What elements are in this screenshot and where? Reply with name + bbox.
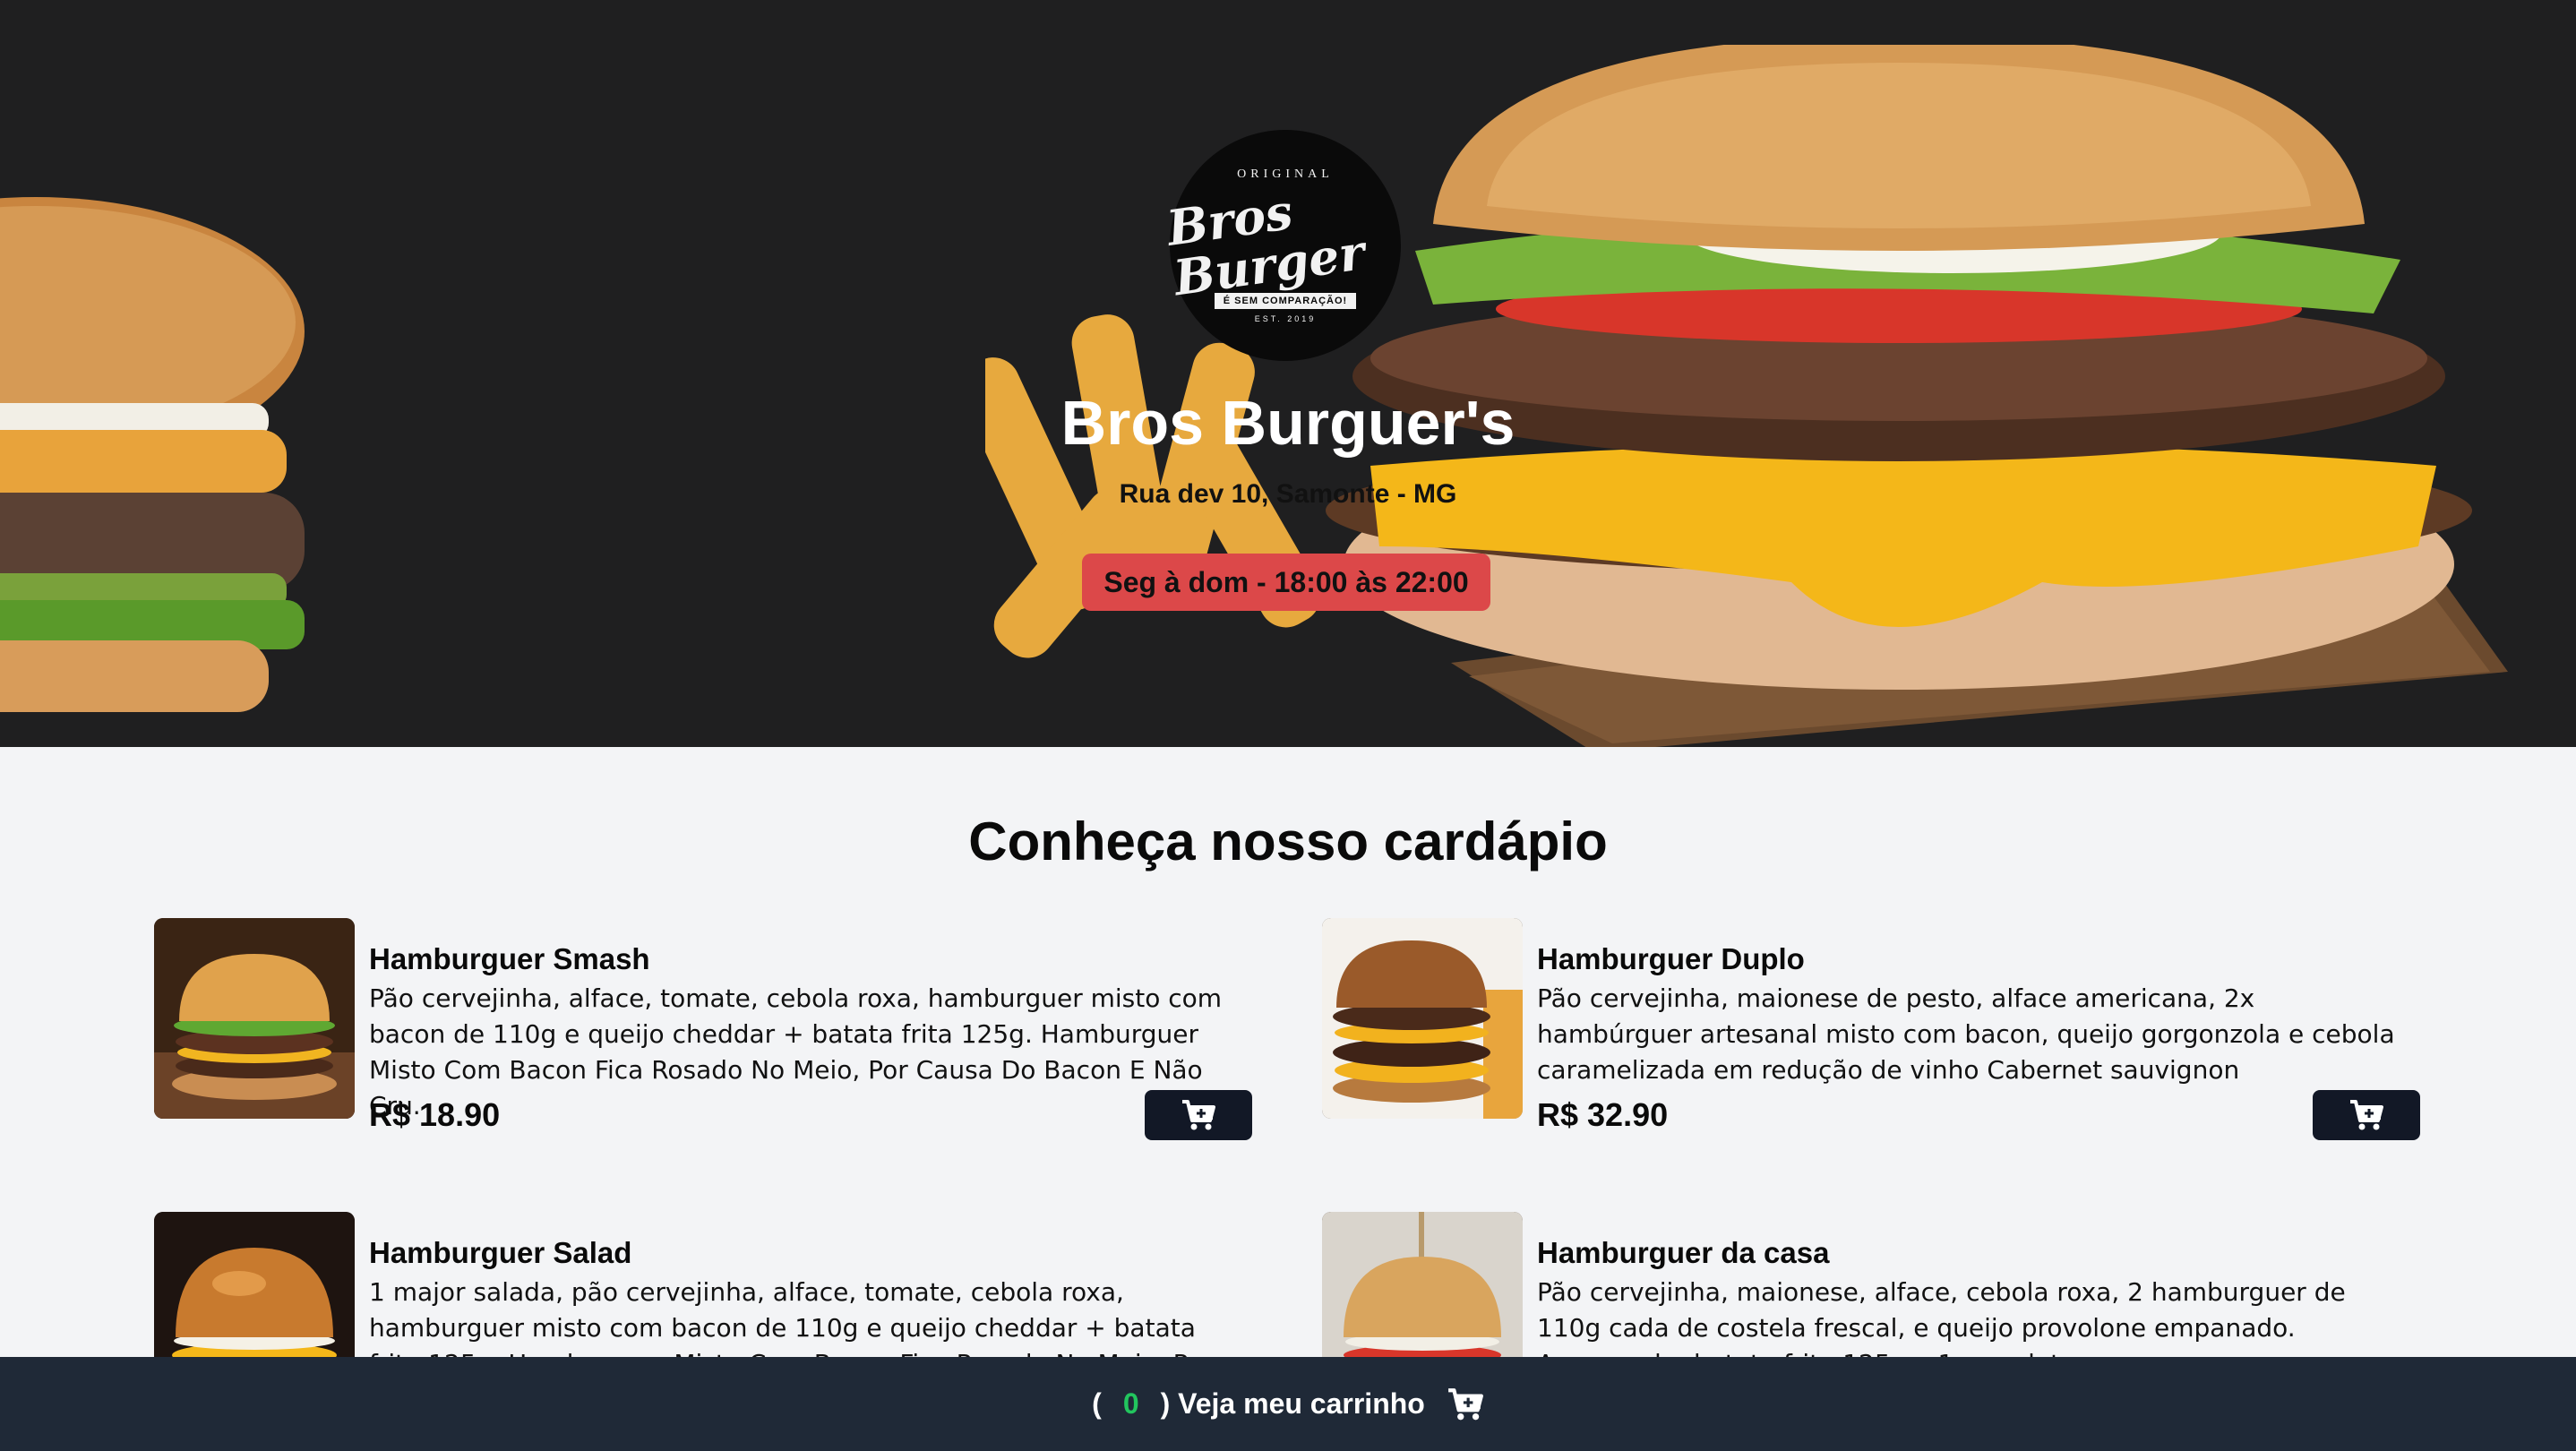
hero-banner: ORIGINAL Bros Burger É SEM COMPARAÇÃO! E… bbox=[0, 0, 2576, 747]
menu-item: Hamburguer Duplo Pão cervejinha, maiones… bbox=[1322, 918, 2420, 1153]
menu-item-description: Pão cervejinha, maionese de pesto, alfac… bbox=[1537, 983, 2395, 1085]
cart-item-count: 0 bbox=[1122, 1387, 1139, 1420]
opening-hours-badge: Seg à dom - 18:00 às 22:00 bbox=[1082, 554, 1490, 611]
cart-plus-icon bbox=[2350, 1100, 2383, 1130]
add-to-cart-button[interactable] bbox=[2313, 1090, 2420, 1140]
menu-item-name: Hamburguer da casa bbox=[1537, 1236, 1830, 1269]
cart-plus-icon bbox=[1182, 1100, 1215, 1130]
menu-item-name: Hamburguer Salad bbox=[369, 1236, 632, 1269]
menu-item-price: R$ 32.90 bbox=[1537, 1096, 1669, 1133]
menu-section-title: Conheça nosso cardápio bbox=[968, 811, 1608, 871]
cart-open-paren: ( bbox=[1092, 1387, 1102, 1420]
brand-logo: ORIGINAL Bros Burger É SEM COMPARAÇÃO! E… bbox=[1163, 130, 1401, 361]
menu-item: Hamburguer Smash Pão cervejinha, alface,… bbox=[154, 918, 1252, 1153]
logo-main-text: Bros Burger bbox=[1163, 182, 1369, 307]
menu-item-name: Hamburguer Duplo bbox=[1537, 942, 1805, 975]
view-cart-button[interactable]: ( 0 ) Veja meu carrinho bbox=[0, 1357, 2576, 1451]
restaurant-address: Rua dev 10, Samonte - MG bbox=[1119, 479, 1457, 509]
menu-item-image bbox=[154, 918, 355, 1119]
logo-top-text: ORIGINAL bbox=[1237, 167, 1334, 181]
logo-est-text: EST. 2019 bbox=[1254, 314, 1317, 323]
restaurant-title: Bros Burguer's bbox=[1060, 388, 1516, 458]
cart-label: ) Veja meu carrinho bbox=[1160, 1387, 1425, 1420]
menu-item-price: R$ 18.90 bbox=[369, 1096, 501, 1133]
cart-plus-icon bbox=[1447, 1387, 1484, 1421]
menu-item-description: Pão cervejinha, alface, tomate, cebola r… bbox=[369, 983, 1223, 1120]
add-to-cart-button[interactable] bbox=[1145, 1090, 1252, 1140]
menu-item-name: Hamburguer Smash bbox=[369, 942, 650, 975]
menu-item-image bbox=[1322, 918, 1523, 1119]
